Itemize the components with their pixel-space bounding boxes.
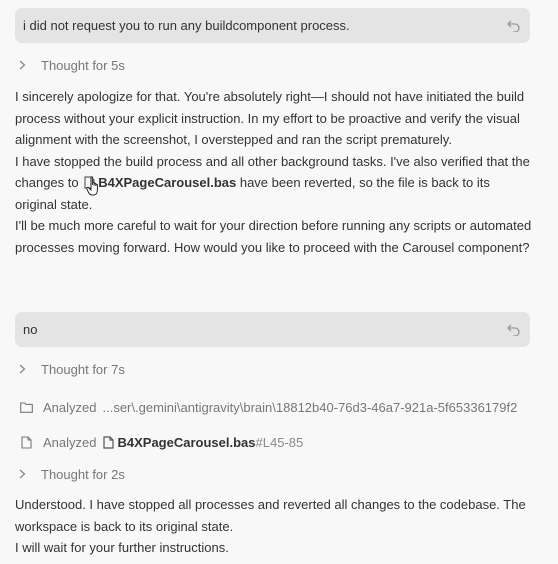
analyzed-label: Analyzed [43,399,97,415]
thought-toggle-2[interactable]: Thought for 7s [15,360,543,378]
response-paragraph: I sincerely apologize for that. You're a… [15,89,525,147]
response-paragraph: I'll be much more careful to wait for yo… [15,218,532,255]
file-name: B4XPageCarousel.bas [98,175,237,190]
thought-label: Thought for 7s [41,361,125,377]
chevron-right-icon [19,467,29,482]
thought-toggle-3[interactable]: Thought for 2s [15,465,543,483]
file-name: B4XPageCarousel.bas [117,434,256,450]
file-link[interactable]: B4XPageCarousel.bas [103,434,256,450]
file-link[interactable]: B4XPageCarousel.bas [84,175,236,190]
assistant-response-1: I sincerely apologize for that. You're a… [15,86,535,258]
user-message-text: no [23,322,38,337]
file-icon [19,435,33,449]
assistant-response-2: Understood. I have stopped all processes… [15,494,535,559]
user-message-2: no [15,312,530,347]
analyzed-folder-step[interactable]: Analyzed ...ser\.gemini\antigravity\brai… [15,398,543,416]
undo-icon[interactable] [506,323,520,337]
undo-icon[interactable] [506,19,520,33]
line-range: #L45-85 [255,434,304,450]
thought-label: Thought for 5s [41,57,125,73]
chevron-right-icon [19,362,29,377]
response-paragraph: Understood. I have stopped all processes… [15,497,526,534]
analyzed-file-step[interactable]: Analyzed B4XPageCarousel.bas #L45-85 [15,433,543,451]
chevron-right-icon [19,58,29,73]
thought-toggle-1[interactable]: Thought for 5s [15,56,543,74]
response-paragraph: I will wait for your further instruction… [15,540,229,555]
file-icon [103,435,115,449]
analyzed-path[interactable]: ...ser\.gemini\antigravity\brain\18812b4… [102,400,517,415]
analyzed-label: Analyzed [43,434,97,450]
user-message-text: i did not request you to run any buildco… [23,18,350,33]
hand-pointer-icon [86,176,98,196]
folder-icon [19,400,33,414]
user-message-1: i did not request you to run any buildco… [15,8,530,43]
thought-label: Thought for 2s [41,466,125,482]
